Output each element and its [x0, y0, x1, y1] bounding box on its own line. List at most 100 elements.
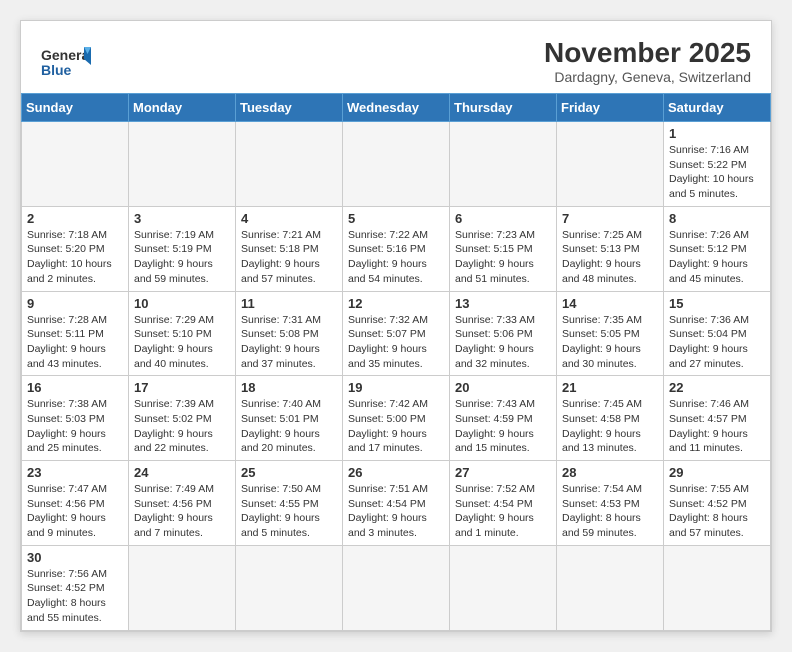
day-cell: 24 Sunrise: 7:49 AM Sunset: 4:56 PM Dayli… [129, 461, 236, 546]
day-number: 26 [348, 465, 444, 480]
day-cell: 3Sunrise: 7:19 AM Sunset: 5:19 PM Daylig… [129, 206, 236, 291]
day-cell: 4 Sunrise: 7:21 AM Sunset: 5:18 PM Daylig… [236, 206, 343, 291]
svg-text:Blue: Blue [41, 62, 72, 78]
day-info: Sunrise: 7:45 AM Sunset: 4:58 PM Dayligh… [562, 397, 658, 456]
day-number: 15 [669, 296, 765, 311]
day-info: Sunrise: 7:33 AM Sunset: 5:06 PM Dayligh… [455, 313, 551, 372]
day-number: 30 [27, 550, 123, 565]
calendar-header: General Blue November 2025 Dardagny, Gen… [21, 21, 771, 93]
day-cell: 9Sunrise: 7:28 AM Sunset: 5:11 PM Daylig… [22, 291, 129, 376]
calendar-container: General Blue November 2025 Dardagny, Gen… [20, 20, 772, 632]
day-cell: 29 Sunrise: 7:55 AM Sunset: 4:52 PM Dayli… [664, 461, 771, 546]
day-cell: 21 Sunrise: 7:45 AM Sunset: 4:58 PM Dayli… [557, 376, 664, 461]
day-cell: 6 Sunrise: 7:23 AM Sunset: 5:15 PM Daylig… [450, 206, 557, 291]
day-cell: 10Sunrise: 7:29 AM Sunset: 5:10 PM Dayli… [129, 291, 236, 376]
day-cell [343, 122, 450, 207]
day-cell [236, 545, 343, 630]
day-info: Sunrise: 7:40 AM Sunset: 5:01 PM Dayligh… [241, 397, 337, 456]
day-number: 29 [669, 465, 765, 480]
day-cell: 17 Sunrise: 7:39 AM Sunset: 5:02 PM Dayli… [129, 376, 236, 461]
day-info: Sunrise: 7:23 AM Sunset: 5:15 PM Dayligh… [455, 228, 551, 287]
day-info: Sunrise: 7:54 AM Sunset: 4:53 PM Dayligh… [562, 482, 658, 541]
day-info: Sunrise: 7:39 AM Sunset: 5:02 PM Dayligh… [134, 397, 230, 456]
week-row-5: 30 Sunrise: 7:56 AM Sunset: 4:52 PM Dayli… [22, 545, 771, 630]
day-info: Sunrise: 7:26 AM Sunset: 5:12 PM Dayligh… [669, 228, 765, 287]
day-cell [450, 545, 557, 630]
day-number: 19 [348, 380, 444, 395]
day-info: Sunrise: 7:38 AM Sunset: 5:03 PM Dayligh… [27, 397, 123, 456]
day-info: Sunrise: 7:50 AM Sunset: 4:55 PM Dayligh… [241, 482, 337, 541]
day-cell: 30 Sunrise: 7:56 AM Sunset: 4:52 PM Dayli… [22, 545, 129, 630]
day-cell: 27Sunrise: 7:52 AM Sunset: 4:54 PM Dayli… [450, 461, 557, 546]
day-number: 23 [27, 465, 123, 480]
day-cell [343, 545, 450, 630]
day-info: Sunrise: 7:49 AM Sunset: 4:56 PM Dayligh… [134, 482, 230, 541]
day-number: 10 [134, 296, 230, 311]
day-number: 13 [455, 296, 551, 311]
header-monday: Monday [129, 94, 236, 122]
day-info: Sunrise: 7:56 AM Sunset: 4:52 PM Dayligh… [27, 567, 123, 626]
week-row-4: 23 Sunrise: 7:47 AM Sunset: 4:56 PM Dayli… [22, 461, 771, 546]
day-cell: 28 Sunrise: 7:54 AM Sunset: 4:53 PM Dayli… [557, 461, 664, 546]
week-row-2: 9Sunrise: 7:28 AM Sunset: 5:11 PM Daylig… [22, 291, 771, 376]
day-info: Sunrise: 7:55 AM Sunset: 4:52 PM Dayligh… [669, 482, 765, 541]
day-cell [22, 122, 129, 207]
day-number: 18 [241, 380, 337, 395]
weekday-header-row: Sunday Monday Tuesday Wednesday Thursday… [22, 94, 771, 122]
day-info: Sunrise: 7:22 AM Sunset: 5:16 PM Dayligh… [348, 228, 444, 287]
day-number: 3 [134, 211, 230, 226]
day-number: 8 [669, 211, 765, 226]
week-row-1: 2 Sunrise: 7:18 AM Sunset: 5:20 PM Daylig… [22, 206, 771, 291]
day-info: Sunrise: 7:31 AM Sunset: 5:08 PM Dayligh… [241, 313, 337, 372]
day-number: 25 [241, 465, 337, 480]
day-info: Sunrise: 7:42 AM Sunset: 5:00 PM Dayligh… [348, 397, 444, 456]
day-number: 14 [562, 296, 658, 311]
day-number: 17 [134, 380, 230, 395]
day-cell: 23 Sunrise: 7:47 AM Sunset: 4:56 PM Dayli… [22, 461, 129, 546]
day-number: 21 [562, 380, 658, 395]
day-cell: 5Sunrise: 7:22 AM Sunset: 5:16 PM Daylig… [343, 206, 450, 291]
day-info: Sunrise: 7:28 AM Sunset: 5:11 PM Dayligh… [27, 313, 123, 372]
calendar-body: 1Sunrise: 7:16 AM Sunset: 5:22 PM Daylig… [22, 122, 771, 631]
day-number: 6 [455, 211, 551, 226]
day-number: 28 [562, 465, 658, 480]
day-cell: 25 Sunrise: 7:50 AM Sunset: 4:55 PM Dayli… [236, 461, 343, 546]
day-number: 24 [134, 465, 230, 480]
week-row-3: 16Sunrise: 7:38 AM Sunset: 5:03 PM Dayli… [22, 376, 771, 461]
day-info: Sunrise: 7:18 AM Sunset: 5:20 PM Dayligh… [27, 228, 123, 287]
day-info: Sunrise: 7:46 AM Sunset: 4:57 PM Dayligh… [669, 397, 765, 456]
day-cell: 2 Sunrise: 7:18 AM Sunset: 5:20 PM Daylig… [22, 206, 129, 291]
day-cell [557, 122, 664, 207]
header-wednesday: Wednesday [343, 94, 450, 122]
header-tuesday: Tuesday [236, 94, 343, 122]
day-cell [450, 122, 557, 207]
day-cell [236, 122, 343, 207]
day-info: Sunrise: 7:47 AM Sunset: 4:56 PM Dayligh… [27, 482, 123, 541]
day-number: 4 [241, 211, 337, 226]
calendar-table: Sunday Monday Tuesday Wednesday Thursday… [21, 93, 771, 631]
day-info: Sunrise: 7:35 AM Sunset: 5:05 PM Dayligh… [562, 313, 658, 372]
day-cell: 22 Sunrise: 7:46 AM Sunset: 4:57 PM Dayli… [664, 376, 771, 461]
day-info: Sunrise: 7:36 AM Sunset: 5:04 PM Dayligh… [669, 313, 765, 372]
day-cell: 16Sunrise: 7:38 AM Sunset: 5:03 PM Dayli… [22, 376, 129, 461]
day-cell: 11 Sunrise: 7:31 AM Sunset: 5:08 PM Dayli… [236, 291, 343, 376]
day-cell: 20Sunrise: 7:43 AM Sunset: 4:59 PM Dayli… [450, 376, 557, 461]
day-number: 22 [669, 380, 765, 395]
header-thursday: Thursday [450, 94, 557, 122]
day-info: Sunrise: 7:25 AM Sunset: 5:13 PM Dayligh… [562, 228, 658, 287]
day-number: 11 [241, 296, 337, 311]
day-cell: 12Sunrise: 7:32 AM Sunset: 5:07 PM Dayli… [343, 291, 450, 376]
day-info: Sunrise: 7:21 AM Sunset: 5:18 PM Dayligh… [241, 228, 337, 287]
day-cell: 19 Sunrise: 7:42 AM Sunset: 5:00 PM Dayli… [343, 376, 450, 461]
day-cell: 1Sunrise: 7:16 AM Sunset: 5:22 PM Daylig… [664, 122, 771, 207]
week-row-0: 1Sunrise: 7:16 AM Sunset: 5:22 PM Daylig… [22, 122, 771, 207]
location-subtitle: Dardagny, Geneva, Switzerland [544, 69, 751, 85]
day-info: Sunrise: 7:16 AM Sunset: 5:22 PM Dayligh… [669, 143, 765, 202]
day-number: 2 [27, 211, 123, 226]
day-number: 20 [455, 380, 551, 395]
day-cell [129, 122, 236, 207]
header-sunday: Sunday [22, 94, 129, 122]
day-cell: 14 Sunrise: 7:35 AM Sunset: 5:05 PM Dayli… [557, 291, 664, 376]
day-number: 27 [455, 465, 551, 480]
day-cell: 26Sunrise: 7:51 AM Sunset: 4:54 PM Dayli… [343, 461, 450, 546]
